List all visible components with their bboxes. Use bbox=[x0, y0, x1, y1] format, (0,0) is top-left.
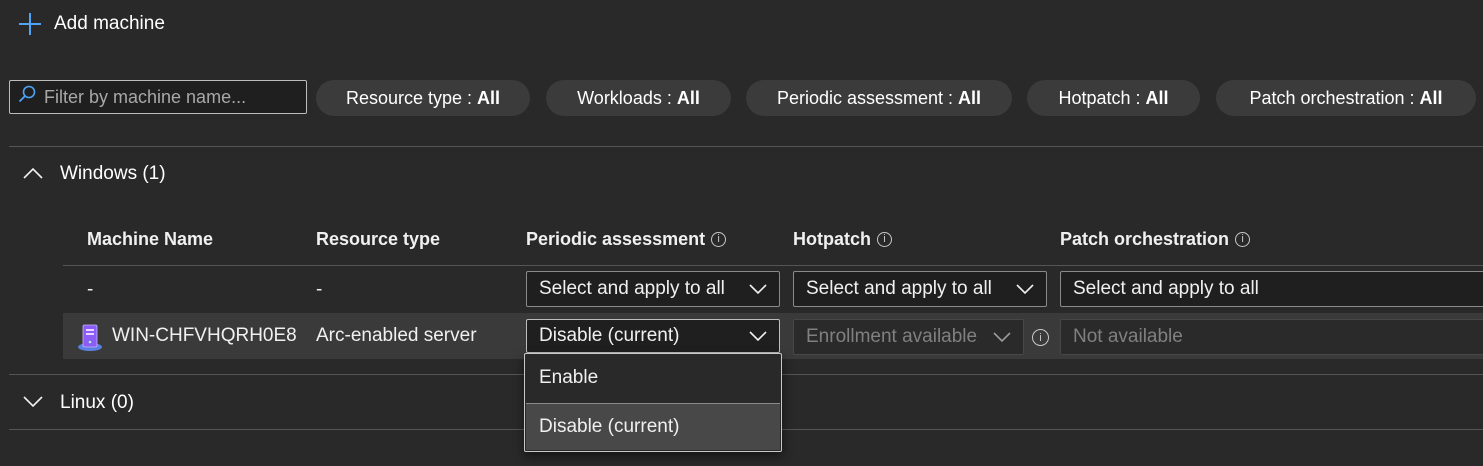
patch-orchestration-filter-pill[interactable]: Patch orchestration : All bbox=[1216, 80, 1476, 116]
header-label: Periodic assessment bbox=[526, 228, 706, 249]
filter-input[interactable] bbox=[44, 86, 294, 108]
pill-value: All bbox=[477, 87, 501, 108]
info-icon[interactable]: i bbox=[711, 231, 727, 247]
info-icon[interactable]: i bbox=[1032, 329, 1049, 346]
resource-type-filter-pill[interactable]: Resource type : All bbox=[316, 80, 530, 116]
info-icon[interactable]: i bbox=[1235, 231, 1251, 247]
column-header-resource-type: Resource type bbox=[316, 225, 440, 253]
divider bbox=[9, 146, 1483, 147]
add-machine-label: Add machine bbox=[54, 13, 165, 34]
column-header-machine-name: Machine Name bbox=[87, 225, 213, 253]
pill-label: Patch orchestration : bbox=[1249, 87, 1420, 108]
pill-label: Hotpatch : bbox=[1058, 87, 1146, 108]
chevron-down-icon bbox=[993, 332, 1011, 342]
bulk-row-resource-type: - bbox=[316, 279, 323, 300]
add-machine-button[interactable]: Add machine bbox=[18, 8, 165, 40]
bulk-periodic-assessment-dropdown[interactable]: Select and apply to all bbox=[526, 271, 780, 307]
filter-search-box[interactable] bbox=[9, 80, 307, 114]
pill-value: All bbox=[1419, 87, 1443, 108]
bulk-hotpatch-dropdown[interactable]: Select and apply to all bbox=[793, 271, 1047, 307]
pill-label: Periodic assessment : bbox=[776, 87, 959, 108]
pill-value: All bbox=[1145, 87, 1169, 108]
chevron-down-icon bbox=[749, 284, 767, 294]
search-icon bbox=[18, 85, 36, 109]
header-label: Resource type bbox=[316, 228, 441, 249]
pill-value: All bbox=[958, 87, 982, 108]
header-label: Machine Name bbox=[87, 228, 214, 249]
header-divider bbox=[63, 265, 1483, 266]
workloads-filter-pill[interactable]: Workloads : All bbox=[546, 80, 731, 116]
linux-group-toggle[interactable]: Linux (0) bbox=[22, 387, 134, 419]
menu-item-enable[interactable]: Enable bbox=[526, 355, 780, 401]
server-icon bbox=[76, 322, 104, 358]
windows-group-label: Windows (1) bbox=[60, 163, 166, 184]
column-header-patch-orchestration: Patch orchestration i bbox=[1060, 225, 1251, 253]
header-label: Hotpatch bbox=[793, 228, 871, 249]
column-header-hotpatch: Hotpatch i bbox=[793, 225, 892, 253]
dropdown-value: Not available bbox=[1073, 326, 1183, 347]
column-header-periodic-assessment: Periodic assessment i bbox=[526, 225, 727, 253]
plus-icon bbox=[18, 12, 42, 36]
periodic-assessment-dropdown[interactable]: Disable (current) bbox=[526, 319, 780, 353]
bulk-patch-orchestration-dropdown[interactable]: Select and apply to all bbox=[1060, 271, 1483, 307]
pill-label: Workloads : bbox=[577, 87, 677, 108]
linux-group-label: Linux (0) bbox=[60, 392, 134, 413]
chevron-down-icon bbox=[1016, 284, 1034, 294]
dropdown-value: Select and apply to all bbox=[539, 278, 725, 299]
dropdown-value: Select and apply to all bbox=[806, 278, 992, 299]
chevron-down-icon bbox=[749, 331, 767, 341]
pill-label: Resource type : bbox=[345, 87, 478, 108]
chevron-down-icon bbox=[22, 392, 44, 414]
patch-orchestration-dropdown: Not available bbox=[1060, 319, 1483, 355]
hotpatch-filter-pill[interactable]: Hotpatch : All bbox=[1027, 80, 1200, 116]
dropdown-value: Disable (current) bbox=[539, 325, 680, 346]
periodic-assessment-filter-pill[interactable]: Periodic assessment : All bbox=[746, 80, 1012, 116]
menu-item-disable-current[interactable]: Disable (current) bbox=[526, 404, 780, 450]
pill-value: All bbox=[676, 87, 700, 108]
info-icon[interactable]: i bbox=[877, 231, 892, 247]
bulk-row-machine-name: - bbox=[87, 279, 94, 300]
dropdown-value: Select and apply to all bbox=[1073, 278, 1259, 299]
periodic-assessment-dropdown-menu: Enable Disable (current) bbox=[524, 353, 782, 452]
windows-group-toggle[interactable]: Windows (1) bbox=[22, 158, 166, 190]
header-label: Patch orchestration bbox=[1060, 228, 1230, 249]
dropdown-value: Enrollment available bbox=[806, 326, 978, 347]
hotpatch-dropdown: Enrollment available bbox=[793, 319, 1024, 355]
chevron-up-icon bbox=[22, 163, 44, 185]
machine-name-link[interactable]: WIN-CHFVHQRH0E8 bbox=[112, 321, 297, 351]
resource-type-cell: Arc-enabled server bbox=[316, 325, 477, 346]
